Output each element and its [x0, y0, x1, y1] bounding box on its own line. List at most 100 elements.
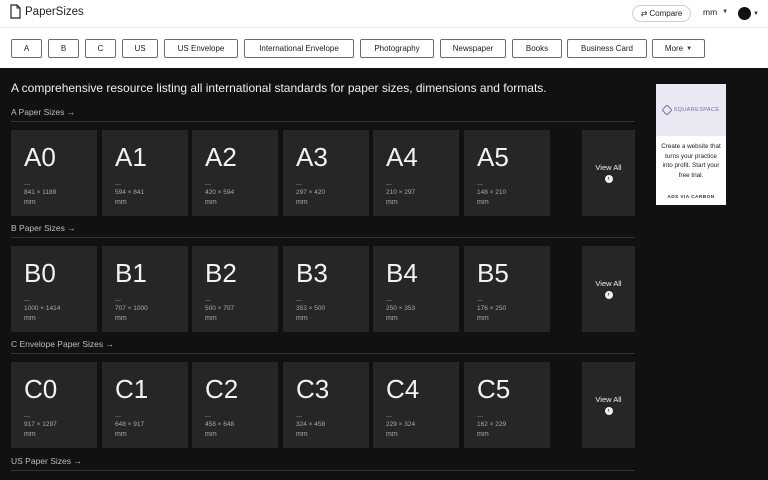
logo-text: PaperSizes — [25, 5, 84, 18]
view-all-label: View All — [595, 279, 622, 288]
size-dimensions: 229 × 324 — [386, 421, 416, 428]
category-more-dropdown[interactable]: More ▼ — [652, 39, 705, 58]
category-international-envelope[interactable]: International Envelope — [244, 39, 354, 58]
size-name: B5 — [477, 258, 509, 288]
section-divider — [11, 237, 635, 238]
category-label: International Envelope — [259, 44, 339, 53]
divider-dash: — — [477, 298, 483, 304]
unit-select[interactable]: mm ▼ — [703, 7, 728, 17]
size-name: C3 — [296, 374, 330, 404]
size-card-c3[interactable]: C3 —324 × 458 mm — [283, 362, 369, 448]
size-card-b0[interactable]: B0 —1000 × 1414 mm — [11, 246, 97, 332]
arrow-right-circle-icon: › — [604, 175, 613, 183]
category-newspaper[interactable]: Newspaper — [440, 39, 506, 58]
size-name: C0 — [24, 374, 58, 404]
size-card-c0[interactable]: C0 —917 × 1297 mm — [11, 362, 97, 448]
divider-dash: — — [115, 298, 121, 304]
section-title[interactable]: A Paper Sizes → — [11, 107, 75, 117]
category-a[interactable]: A — [11, 39, 42, 58]
size-name: A4 — [386, 142, 418, 172]
category-books[interactable]: Books — [512, 39, 562, 58]
size-unit: mm — [386, 199, 398, 206]
ad-text[interactable]: Create a website that turns your practic… — [660, 142, 722, 180]
compare-button[interactable]: ⇄ Compare — [632, 5, 691, 22]
ad-image[interactable]: SQUARESPACE — [656, 84, 726, 136]
site-logo[interactable]: PaperSizes — [10, 4, 84, 19]
document-icon — [10, 4, 21, 19]
squarespace-logo-icon — [660, 104, 673, 116]
size-card-a1[interactable]: A1 —594 × 841 mm — [102, 130, 188, 216]
category-label: Business Card — [580, 44, 634, 53]
size-name: A5 — [477, 142, 509, 172]
category-label: US Envelope — [177, 44, 225, 53]
size-unit: mm — [296, 431, 308, 438]
size-unit: mm — [205, 199, 217, 206]
size-dimensions: 148 × 210 — [477, 189, 507, 196]
view-all-button[interactable]: View All › — [582, 246, 635, 332]
size-dimensions: 594 × 841 — [115, 189, 145, 196]
category-label: Newspaper — [452, 44, 494, 53]
size-name: C5 — [477, 374, 511, 404]
ad-brand: SQUARESPACE — [673, 107, 720, 113]
size-unit: mm — [24, 315, 36, 322]
size-card-a0[interactable]: A0 —841 × 1189 mm — [11, 130, 97, 216]
section-divider — [11, 470, 635, 471]
category-label: A — [23, 44, 30, 53]
size-card-c1[interactable]: C1 —648 × 917 mm — [102, 362, 188, 448]
category-c[interactable]: C — [85, 39, 116, 58]
size-card-a4[interactable]: A4 —210 × 297 mm — [373, 130, 459, 216]
swap-icon: ⇄ — [640, 9, 648, 18]
divider-dash: — — [24, 414, 30, 420]
size-name: A1 — [115, 142, 147, 172]
size-card-b4[interactable]: B4 —250 × 353 mm — [373, 246, 459, 332]
section-title[interactable]: B Paper Sizes → — [11, 223, 76, 233]
size-name: C2 — [205, 374, 239, 404]
theme-toggle[interactable]: ▼ — [738, 7, 759, 20]
size-unit: mm — [386, 431, 398, 438]
size-card-b1[interactable]: B1 —707 × 1000 mm — [102, 246, 188, 332]
arrow-right-circle-icon: › — [604, 291, 613, 299]
section-title[interactable]: C Envelope Paper Sizes → — [11, 339, 114, 349]
category-b[interactable]: B — [48, 39, 79, 58]
view-all-button[interactable]: View All › — [582, 362, 635, 448]
top-bar: PaperSizes ⇄ Compare mm ▼ ▼ — [0, 0, 768, 27]
size-name: B2 — [205, 258, 237, 288]
category-business-card[interactable]: Business Card — [567, 39, 647, 58]
size-unit: mm — [296, 315, 308, 322]
category-label: C — [97, 44, 104, 53]
category-label: More — [664, 44, 684, 53]
size-name: C4 — [386, 374, 420, 404]
divider-dash: — — [296, 414, 302, 420]
size-card-a2[interactable]: A2 —420 × 594 mm — [192, 130, 278, 216]
size-name: B4 — [386, 258, 418, 288]
section-divider — [11, 353, 635, 354]
size-card-c2[interactable]: C2 —458 × 648 mm — [192, 362, 278, 448]
carbon-ad[interactable]: SQUARESPACE Create a website that turns … — [656, 84, 726, 205]
size-card-a5[interactable]: A5 —148 × 210 mm — [464, 130, 550, 216]
size-card-b5[interactable]: B5 —176 × 250 mm — [464, 246, 550, 332]
category-us-envelope[interactable]: US Envelope — [164, 39, 238, 58]
size-unit: mm — [115, 199, 127, 206]
divider-dash: — — [386, 414, 392, 420]
size-card-c4[interactable]: C4 —229 × 324 mm — [373, 362, 459, 448]
size-unit: mm — [477, 199, 489, 206]
chevron-down-icon: ▼ — [686, 45, 693, 52]
category-us[interactable]: US — [122, 39, 158, 58]
size-name: B1 — [115, 258, 147, 288]
category-label: Books — [525, 44, 549, 53]
size-card-c5[interactable]: C5 —162 × 229 mm — [464, 362, 550, 448]
size-name: A2 — [205, 142, 237, 172]
section-divider — [11, 121, 635, 122]
category-label: Photography — [374, 44, 420, 53]
size-dimensions: 500 × 707 — [205, 305, 235, 312]
section-title[interactable]: US Paper Sizes → — [11, 456, 82, 466]
size-card-b3[interactable]: B3 —353 × 500 mm — [283, 246, 369, 332]
ad-via-carbon[interactable]: ADS VIA CARBON — [656, 195, 726, 200]
category-photography[interactable]: Photography — [360, 39, 434, 58]
view-all-button[interactable]: View All › — [582, 130, 635, 216]
divider-dash: — — [205, 414, 211, 420]
size-dimensions: 324 × 458 — [296, 421, 326, 428]
size-card-a3[interactable]: A3 —297 × 420 mm — [283, 130, 369, 216]
size-dimensions: 162 × 229 — [477, 421, 507, 428]
size-card-b2[interactable]: B2 —500 × 707 mm — [192, 246, 278, 332]
